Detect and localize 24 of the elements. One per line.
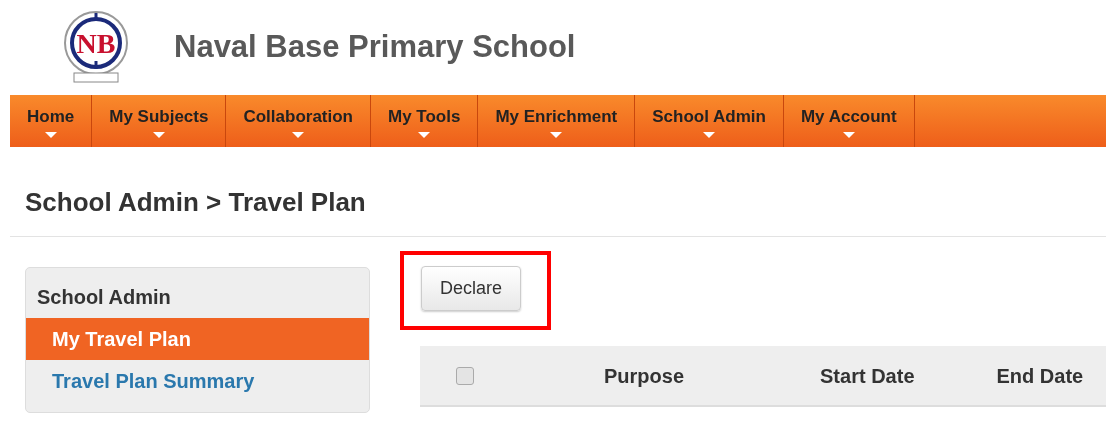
caret-icon (292, 131, 305, 138)
column-header: Start Date (820, 363, 915, 389)
breadcrumb-title: School Admin > Travel Plan (25, 186, 367, 219)
caret-icon (842, 131, 855, 138)
declare-button[interactable]: Declare (421, 266, 522, 311)
column-header: Purpose (604, 363, 685, 389)
select-all-checkbox[interactable] (456, 366, 474, 385)
nav-menu-item[interactable]: School Admin (635, 95, 784, 147)
caret-icon (703, 131, 716, 138)
nav-menu-item[interactable]: Collaboration (226, 95, 371, 147)
caret-icon (152, 131, 165, 138)
sidebar-title: School Admin (36, 285, 172, 310)
school-name: Naval Base Primary School (174, 28, 576, 67)
nav-menu-item[interactable]: My Account (783, 95, 915, 147)
sidebar-item[interactable]: Travel Plan Summary (26, 360, 369, 402)
caret-icon (418, 131, 431, 138)
nav-menu-item[interactable]: My Tools (371, 95, 479, 147)
nav-menu-item[interactable]: My Enrichment (478, 95, 636, 147)
sidebar-item[interactable]: My Travel Plan (26, 318, 369, 360)
caret-icon (550, 131, 563, 138)
nav-menu-item[interactable]: My Subjects (92, 95, 227, 147)
nav-menu-item[interactable]: Home (10, 95, 93, 147)
column-header: End Date (996, 363, 1084, 389)
caret-icon (44, 131, 57, 138)
